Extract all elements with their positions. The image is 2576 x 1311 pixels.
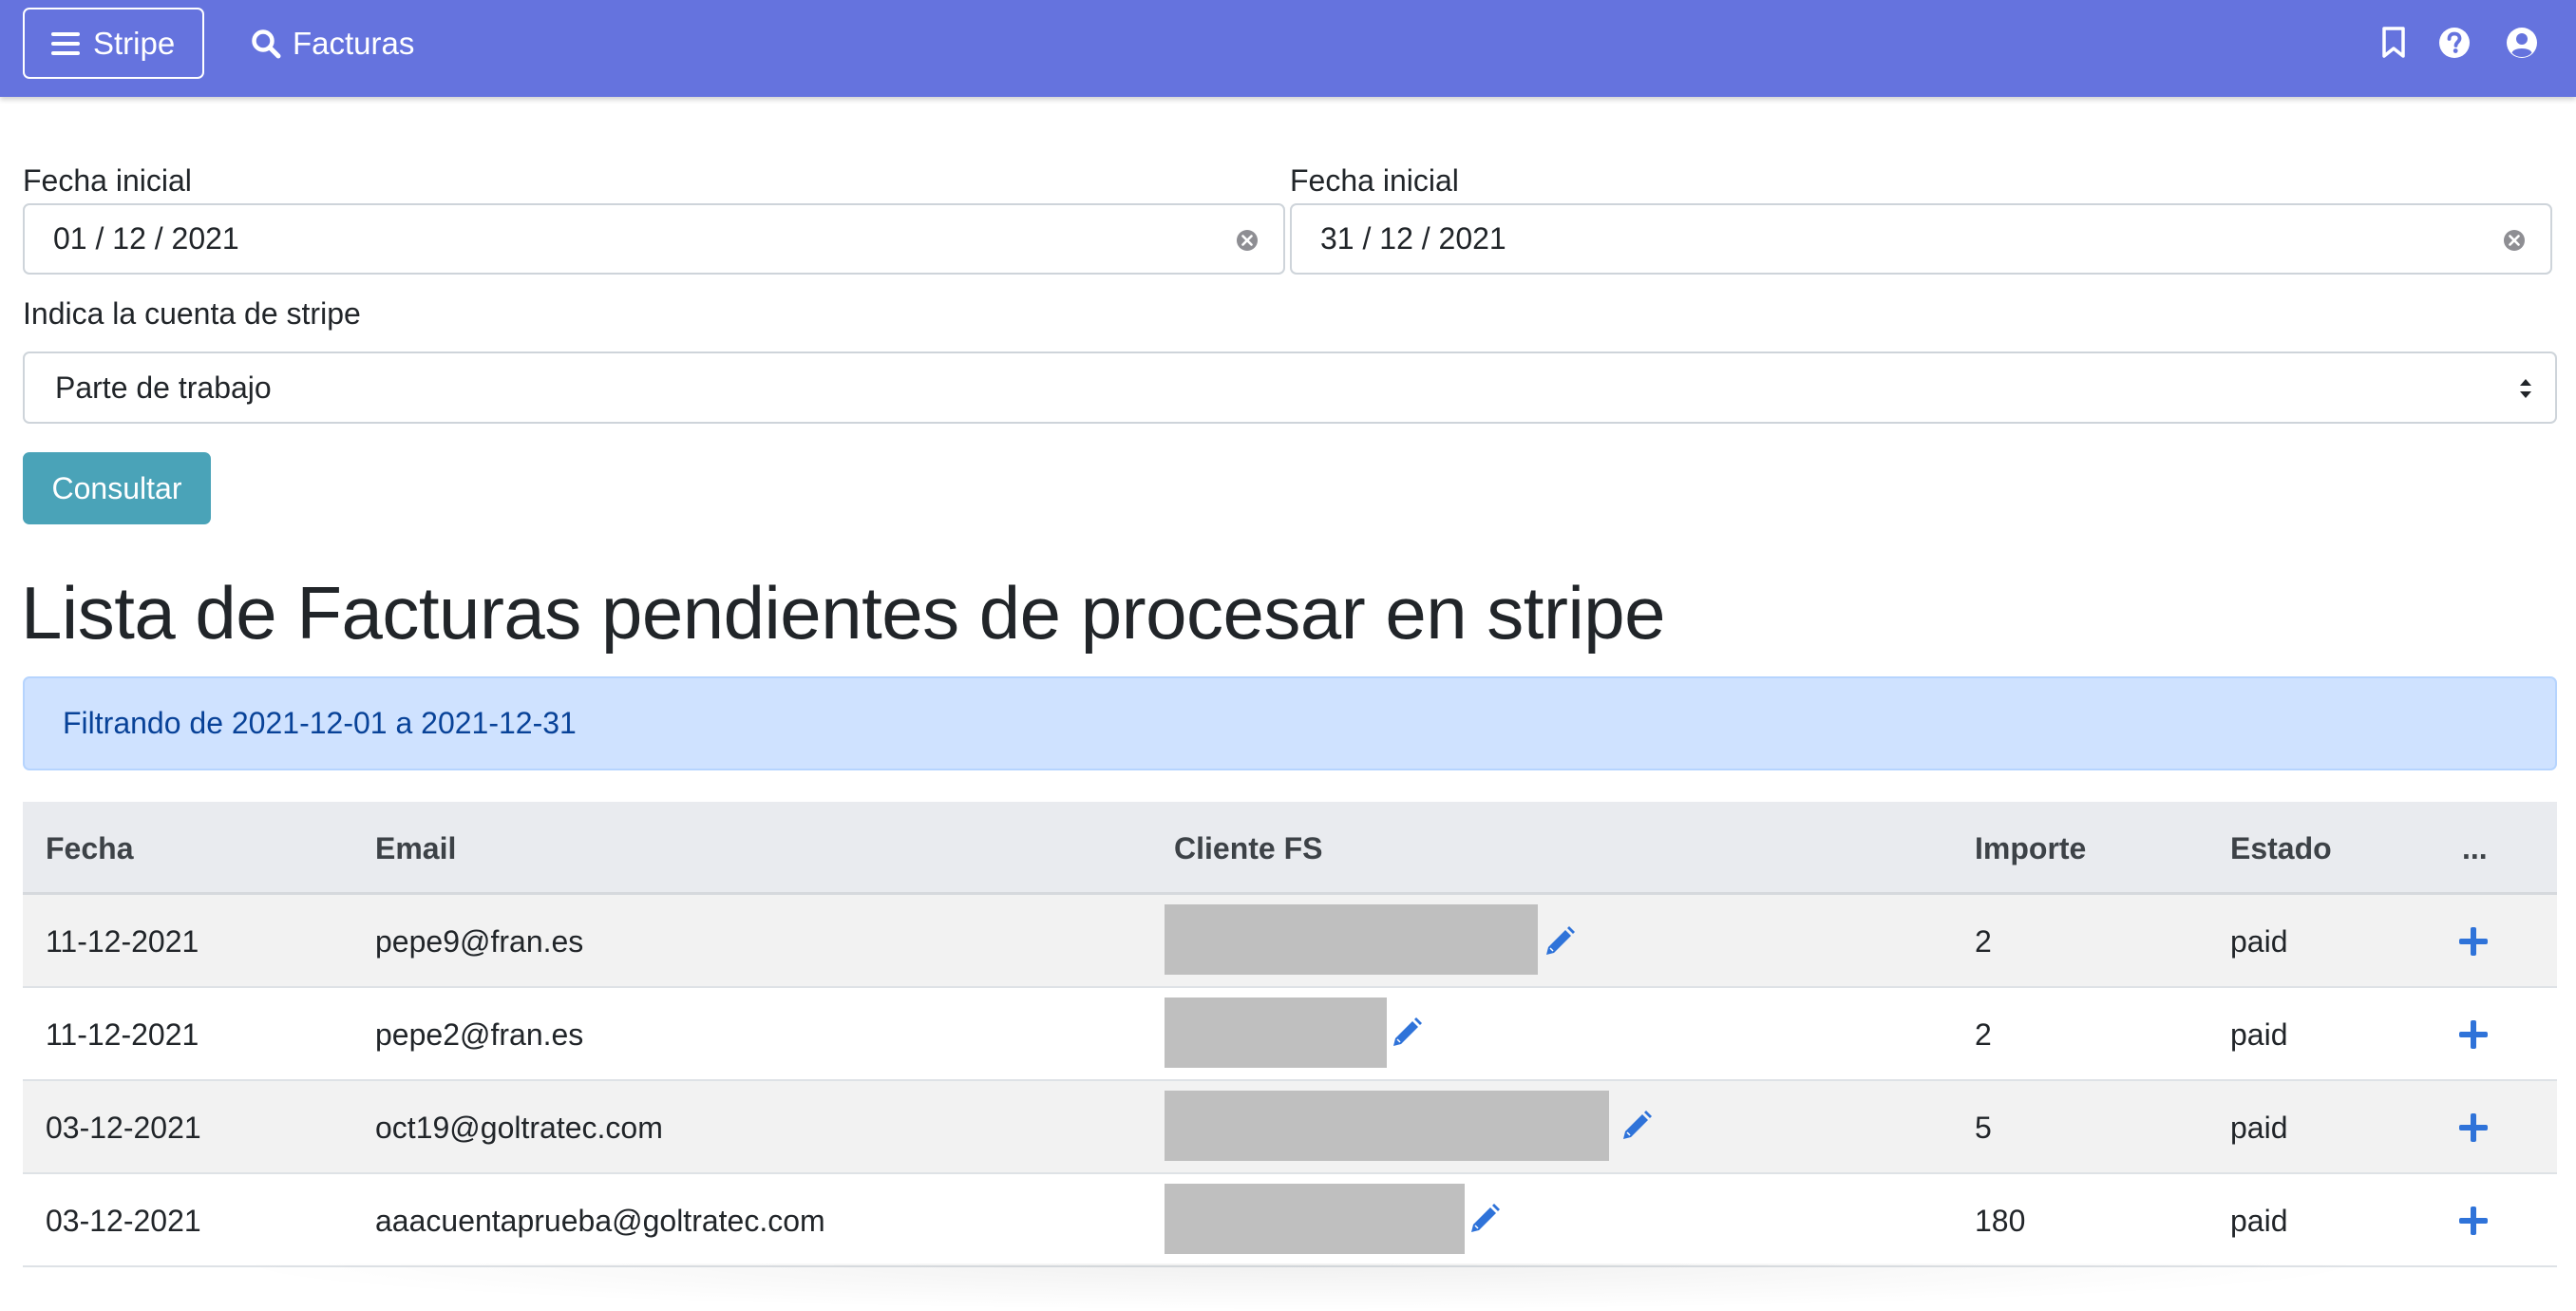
cell-fecha: 03-12-2021 bbox=[46, 1203, 201, 1238]
end-date-label: Fecha inicial bbox=[1290, 163, 1459, 198]
brand-label: Stripe bbox=[93, 25, 176, 61]
column-header-importe: Importe bbox=[1975, 830, 2087, 865]
plus-icon[interactable] bbox=[2457, 1112, 2490, 1144]
cell-estado: paid bbox=[2230, 1203, 2288, 1238]
redacted-client-name bbox=[1165, 1091, 1609, 1161]
pencil-icon[interactable] bbox=[1390, 1016, 1424, 1050]
table-row: 03-12-2021 aaacuentaprueba@goltratec.com… bbox=[23, 1174, 2557, 1267]
account-label: Indica la cuenta de stripe bbox=[23, 296, 361, 331]
filter-alert: Filtrando de 2021-12-01 a 2021-12-31 bbox=[23, 676, 2557, 770]
redacted-client-name bbox=[1165, 998, 1387, 1068]
clear-icon[interactable] bbox=[1236, 229, 1259, 252]
cell-estado: paid bbox=[2230, 1110, 2288, 1145]
end-date-value: 31 / 12 / 2021 bbox=[1320, 221, 1506, 256]
invoices-table: Fecha Email Cliente FS Importe Estado ..… bbox=[23, 802, 2557, 1267]
menu-button[interactable]: Stripe bbox=[23, 8, 204, 79]
plus-icon[interactable] bbox=[2457, 1018, 2490, 1051]
column-header-fecha: Fecha bbox=[46, 830, 134, 865]
menu-icon bbox=[51, 31, 80, 55]
cell-email: oct19@goltratec.com bbox=[375, 1110, 663, 1145]
column-header-actions: ... bbox=[2462, 830, 2488, 865]
account-select[interactable]: Parte de trabajo bbox=[23, 352, 2557, 424]
filter-alert-text: Filtrando de 2021-12-01 a 2021-12-31 bbox=[63, 706, 577, 740]
plus-icon[interactable] bbox=[2457, 925, 2490, 958]
footer-shadow bbox=[209, 1264, 2394, 1311]
consultar-button[interactable]: Consultar bbox=[23, 452, 211, 524]
cell-email: aaacuentaprueba@goltratec.com bbox=[375, 1203, 825, 1238]
bookmark-button[interactable] bbox=[2377, 26, 2411, 60]
user-icon bbox=[2507, 28, 2537, 58]
start-date-label: Fecha inicial bbox=[23, 163, 192, 198]
column-header-email: Email bbox=[375, 830, 457, 865]
select-arrows-icon bbox=[2520, 379, 2531, 398]
start-date-input[interactable]: 01 / 12 / 2021 bbox=[23, 203, 1285, 275]
redacted-client-name bbox=[1165, 1184, 1465, 1254]
table-row: 11-12-2021 pepe9@fran.es 2 paid bbox=[23, 895, 2557, 988]
pencil-icon[interactable] bbox=[1543, 924, 1577, 959]
table-row: 03-12-2021 oct19@goltratec.com 5 paid bbox=[23, 1081, 2557, 1174]
user-button[interactable] bbox=[2505, 26, 2539, 60]
end-date-input[interactable]: 31 / 12 / 2021 bbox=[1290, 203, 2552, 275]
page-title: Lista de Facturas pendientes de procesar… bbox=[21, 571, 1666, 655]
table-header: Fecha Email Cliente FS Importe Estado ..… bbox=[23, 802, 2557, 895]
cell-estado: paid bbox=[2230, 923, 2288, 959]
plus-icon[interactable] bbox=[2457, 1205, 2490, 1237]
search-label: Facturas bbox=[293, 26, 415, 61]
help-button[interactable] bbox=[2437, 26, 2472, 60]
cell-estado: paid bbox=[2230, 1016, 2288, 1052]
redacted-client-name bbox=[1165, 904, 1538, 975]
cell-importe: 180 bbox=[1975, 1203, 2026, 1238]
pencil-icon[interactable] bbox=[1468, 1202, 1502, 1236]
cell-email: pepe9@fran.es bbox=[375, 923, 584, 959]
clear-icon[interactable] bbox=[2503, 229, 2526, 252]
top-navbar: Stripe Facturas bbox=[0, 0, 2576, 97]
cell-importe: 2 bbox=[1975, 923, 1992, 959]
help-icon bbox=[2439, 28, 2470, 58]
account-selected-value: Parte de trabajo bbox=[55, 370, 272, 405]
column-header-estado: Estado bbox=[2230, 830, 2332, 865]
cell-importe: 5 bbox=[1975, 1110, 1992, 1145]
search-link[interactable]: Facturas bbox=[251, 19, 414, 68]
cell-importe: 2 bbox=[1975, 1016, 1992, 1052]
cell-email: pepe2@fran.es bbox=[375, 1016, 584, 1052]
cell-fecha: 11-12-2021 bbox=[46, 923, 199, 959]
cell-fecha: 03-12-2021 bbox=[46, 1110, 201, 1145]
bookmark-icon bbox=[2382, 27, 2405, 58]
search-icon bbox=[252, 29, 281, 59]
column-header-cliente: Cliente FS bbox=[1174, 830, 1323, 865]
pencil-icon[interactable] bbox=[1619, 1109, 1654, 1143]
cell-fecha: 11-12-2021 bbox=[46, 1016, 199, 1052]
start-date-value: 01 / 12 / 2021 bbox=[53, 221, 239, 256]
table-row: 11-12-2021 pepe2@fran.es 2 paid bbox=[23, 988, 2557, 1081]
